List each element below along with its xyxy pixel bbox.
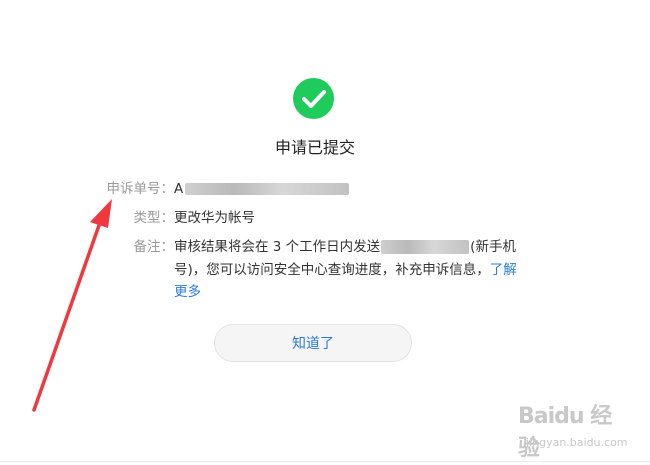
type-label: 类型： <box>133 210 175 226</box>
watermark-logo: Baidu 经验 <box>518 404 612 461</box>
note-label: 备注： <box>133 239 175 255</box>
got-it-button[interactable]: 知道了 <box>214 324 412 362</box>
success-check-icon <box>293 78 334 119</box>
bottom-divider <box>0 461 650 462</box>
baidu-jingyan-watermark: Baidu 经验 jingyan.baidu.com <box>518 398 630 461</box>
type-label-box: 类型： <box>100 207 175 229</box>
watermark-url: jingyan.baidu.com <box>526 436 628 449</box>
type-value: 更改华为帐号 <box>174 210 255 226</box>
appeal-number-label-box: 申诉单号： <box>100 178 175 200</box>
masked-phone-number <box>381 240 470 254</box>
note-text-before: 审核结果将会在 3 个工作日内发送 <box>174 239 381 255</box>
note-text: 审核结果将会在 3 个工作日内发送 (新手机号)，您可以访问安全中心查询进度，补充… <box>174 236 526 304</box>
masked-appeal-number <box>185 183 350 195</box>
appeal-number-value: A <box>174 178 350 200</box>
appeal-number-prefix: A <box>174 181 184 197</box>
red-arrow-annotation <box>32 199 112 412</box>
appeal-number-label: 申诉单号： <box>106 181 175 197</box>
arrow-shaft <box>32 212 105 412</box>
page-title: 申请已提交 <box>274 138 355 157</box>
note-label-box: 备注： <box>100 236 175 258</box>
